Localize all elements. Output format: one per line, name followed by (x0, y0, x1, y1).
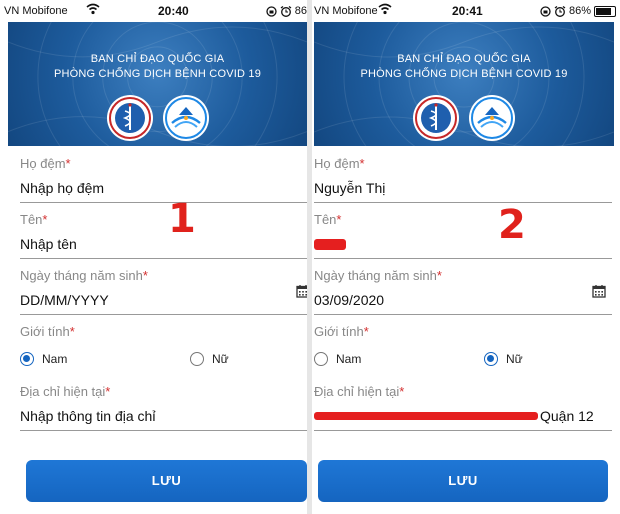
banner-line-1: BAN CHỈ ĐẠO QUỐC GIA (90, 53, 225, 65)
ministry-of-information-logo (469, 95, 515, 141)
dob-field[interactable]: Ngày tháng năm sinh* DD/MM/YYYY (20, 268, 307, 315)
form-screen-2: VN Mobifone 20:41 86% BAN CHỈ ĐẠO QUỐC G… (312, 0, 620, 514)
gender-radio-male[interactable]: Nam (20, 352, 67, 366)
save-button[interactable]: LƯU (318, 460, 608, 502)
name-field[interactable]: Tên* (314, 212, 620, 259)
address-redaction (314, 412, 538, 420)
save-button[interactable]: LƯU (26, 460, 307, 502)
wifi-icon (378, 3, 392, 15)
name-field[interactable]: Tên* Nhập tên (20, 212, 307, 259)
gender-options: Nam Nữ (314, 352, 620, 376)
calendar-icon[interactable] (592, 284, 606, 298)
address-field[interactable]: Địa chỉ hiện tại* Nhập thông tin địa chỉ (20, 384, 307, 431)
gender-radio-female[interactable]: Nữ (190, 352, 229, 366)
clock: 20:40 (158, 4, 189, 18)
banner-line-2: PHÒNG CHỐNG DỊCH BỆNH COVID 19 (360, 68, 568, 80)
address-input[interactable]: Nhập thông tin địa chỉ (20, 408, 155, 424)
name-input[interactable]: Nhập tên (20, 236, 77, 252)
carrier-name: VN Mobifone (4, 5, 68, 17)
address-label: Địa chỉ hiện tại* (20, 384, 111, 399)
radio-unselected-icon (190, 352, 204, 366)
dob-underline (314, 314, 612, 315)
name-label: Tên* (314, 212, 342, 227)
gender-label: Giới tính* (20, 324, 75, 339)
surname-underline (314, 202, 612, 203)
ministry-of-health-logo (106, 95, 153, 141)
logo-row (8, 95, 307, 141)
address-field[interactable]: Địa chỉ hiện tại* Quận 12 (314, 384, 620, 431)
radio-selected-icon (20, 352, 34, 366)
radio-selected-icon (484, 352, 498, 366)
header-banner: BAN CHỈ ĐẠO QUỐC GIA PHÒNG CHỐNG DỊCH BỆ… (8, 22, 307, 146)
address-underline (20, 430, 307, 431)
status-bar: VN Mobifone 20:40 86 (0, 0, 307, 22)
step-number-annotation: 1 (168, 196, 196, 242)
rotation-lock-icon (540, 5, 551, 17)
name-underline (314, 258, 612, 259)
dob-input[interactable]: DD/MM/YYYY (20, 292, 109, 308)
banner-line-1: BAN CHỈ ĐẠO QUỐC GIA (397, 53, 531, 65)
alarm-icon (554, 5, 566, 17)
name-underline (20, 258, 307, 259)
clock: 20:41 (452, 4, 483, 18)
header-banner: BAN CHỈ ĐẠO QUỐC GIA PHÒNG CHỐNG DỊCH BỆ… (314, 22, 614, 146)
battery-percent: 86% (568, 5, 591, 17)
address-label: Địa chỉ hiện tại* (314, 384, 405, 399)
dob-label: Ngày tháng năm sinh* (314, 268, 442, 283)
dob-underline (20, 314, 307, 315)
surname-label: Họ đệm* (20, 156, 71, 171)
surname-field[interactable]: Họ đệm* Nhập họ đệm (20, 156, 307, 203)
status-right: 86 (266, 5, 307, 17)
ministry-of-health-logo (413, 95, 459, 141)
calendar-icon[interactable] (296, 284, 307, 298)
ministry-of-information-logo (162, 95, 209, 141)
status-bar: VN Mobifone 20:41 86% (312, 0, 620, 22)
address-input[interactable]: Quận 12 (540, 408, 594, 424)
address-underline (314, 430, 612, 431)
gender-label: Giới tính* (314, 324, 369, 339)
wifi-icon (86, 3, 100, 15)
surname-input[interactable]: Nguyễn Thị (314, 180, 385, 196)
gender-female-label: Nữ (212, 352, 229, 366)
surname-field[interactable]: Họ đệm* Nguyễn Thị (314, 156, 620, 203)
rotation-lock-icon (266, 5, 277, 17)
gender-male-label: Nam (42, 352, 68, 366)
radio-unselected-icon (314, 352, 328, 366)
surname-input[interactable]: Nhập họ đệm (20, 180, 104, 196)
banner-line-2: PHÒNG CHỐNG DỊCH BỆNH COVID 19 (53, 68, 262, 80)
logo-row (314, 95, 614, 141)
surname-underline (20, 202, 307, 203)
gender-male-label: Nam (336, 352, 362, 366)
gender-options: Nam Nữ (20, 352, 307, 376)
form-screen-1: VN Mobifone 20:40 86 BAN CHỈ ĐẠO QUỐC GI… (0, 0, 307, 514)
battery-icon (594, 5, 616, 17)
gender-radio-female[interactable]: Nữ (484, 352, 523, 366)
alarm-icon (280, 5, 292, 17)
name-label: Tên* (20, 212, 48, 227)
dob-input[interactable]: 03/09/2020 (314, 292, 384, 308)
banner-title: BAN CHỈ ĐẠO QUỐC GIA PHÒNG CHỐNG DỊCH BỆ… (8, 52, 307, 82)
gender-radio-male[interactable]: Nam (314, 352, 361, 366)
banner-title: BAN CHỈ ĐẠO QUỐC GIA PHÒNG CHỐNG DỊCH BỆ… (314, 52, 614, 82)
name-redaction (314, 239, 346, 250)
battery-percent: 86 (294, 5, 307, 17)
status-right: 86% (540, 5, 616, 17)
step-number-annotation: 2 (498, 202, 526, 248)
surname-label: Họ đệm* (314, 156, 365, 171)
gender-female-label: Nữ (506, 352, 523, 366)
dob-field[interactable]: Ngày tháng năm sinh* 03/09/2020 (314, 268, 620, 315)
gender-field: Giới tính* Nam Nữ (314, 324, 620, 384)
gender-field: Giới tính* Nam Nữ (20, 324, 307, 384)
dob-label: Ngày tháng năm sinh* (20, 268, 148, 283)
carrier-name: VN Mobifone (314, 5, 378, 17)
